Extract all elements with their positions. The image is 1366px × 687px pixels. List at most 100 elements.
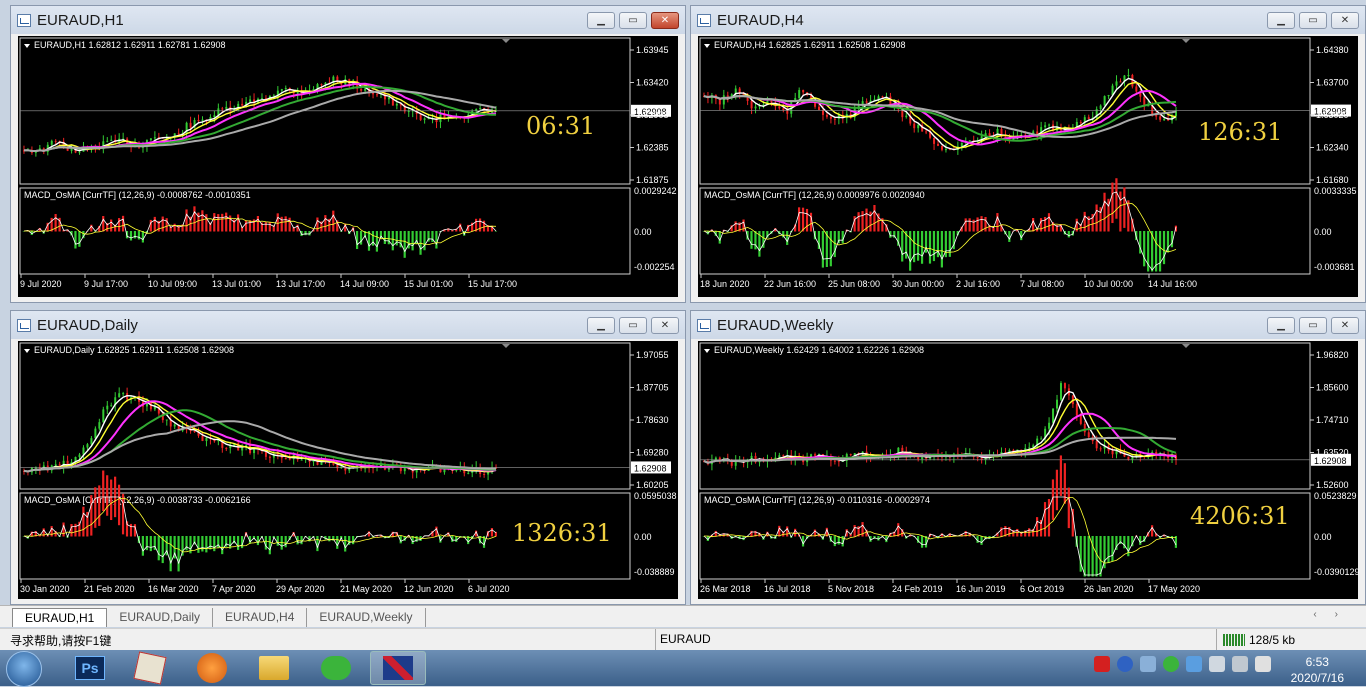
macd-tick-label: 0.0595038	[634, 491, 677, 501]
collapse-triangle-icon[interactable]	[24, 349, 30, 353]
window-titlebar[interactable]: EURAUD,H1 ▁ ▭ ✕	[11, 6, 685, 34]
tab-euraud-weekly[interactable]: EURAUD,Weekly	[307, 608, 426, 627]
clock-time: 6:53	[1305, 655, 1329, 669]
close-button[interactable]: ✕	[651, 317, 679, 334]
macd-histogram-bar	[1158, 231, 1162, 272]
minimize-button[interactable]: ▁	[587, 12, 615, 29]
maximize-button[interactable]: ▭	[619, 12, 647, 29]
chart-svg[interactable]: 1.629084206:31EURAUD,Weekly 1.62429 1.64…	[698, 341, 1360, 601]
maximize-button[interactable]: ▭	[1299, 317, 1327, 334]
candle-body	[1059, 383, 1062, 400]
tab-euraud-h1[interactable]: EURAUD,H1	[12, 608, 108, 627]
shield-icon[interactable]	[1186, 656, 1202, 672]
candle-body	[853, 453, 856, 456]
candle-body	[1119, 81, 1122, 83]
volume-muted-icon[interactable]	[1255, 656, 1271, 672]
date-tick-label: 6 Jul 2020	[468, 584, 510, 594]
macd-histogram-bar	[106, 475, 109, 516]
date-tick-label: 10 Jul 09:00	[148, 279, 197, 289]
taskbar-metatrader[interactable]	[370, 651, 426, 685]
collapse-triangle-icon[interactable]	[24, 44, 30, 48]
candle-body	[1127, 74, 1130, 76]
taskbar-app-3[interactable]	[184, 651, 240, 685]
tab-euraud-daily[interactable]: EURAUD,Daily	[107, 608, 214, 627]
network-icon[interactable]	[1209, 656, 1225, 672]
taskbar-clock[interactable]: 6:53 2020/7/16	[1291, 654, 1344, 686]
macd-histogram-bar	[149, 536, 152, 552]
candle-body	[205, 437, 208, 442]
wechat-tray-icon[interactable]	[1163, 656, 1179, 672]
macd-histogram-bar	[256, 536, 260, 546]
collapse-triangle-icon[interactable]	[704, 349, 710, 353]
window-titlebar[interactable]: EURAUD,Daily ▁ ▭ ✕	[11, 311, 685, 339]
chart-svg[interactable]: 1.62908 1326:31 EURAUD,Daily 1.62825 1.629…	[18, 341, 680, 601]
sogou-icon[interactable]	[1094, 656, 1110, 672]
close-button[interactable]: ✕	[1331, 317, 1359, 334]
chart-window-weekly[interactable]: EURAUD,Weekly ▁ ▭ ✕ 1.62908 4206:31 EURAUD,W…	[690, 310, 1366, 605]
macd-histogram-bar	[1047, 213, 1051, 232]
macd-histogram-bar	[74, 523, 77, 537]
macd-histogram-bar	[980, 536, 983, 545]
taskbar-app-2[interactable]	[122, 651, 178, 685]
chart-area[interactable]: 1.62908 126:31 EURAUD,H4 1.62825 1.62911 1…	[698, 36, 1358, 297]
minimize-button[interactable]: ▁	[587, 317, 615, 334]
signal-icon[interactable]	[1232, 656, 1248, 672]
minimize-button[interactable]: ▁	[1267, 317, 1295, 334]
macd-histogram-bar	[98, 485, 101, 526]
macd-histogram-bar	[129, 231, 133, 241]
macd-histogram-bar	[403, 231, 406, 258]
macd-histogram-bar	[213, 213, 216, 232]
chart-area[interactable]: 1.62908 1326:31 EURAUD,Daily 1.62825 1.629…	[18, 341, 678, 599]
chart-area[interactable]: 1.62908 06:31 EURAUD,H1 1.62812 1.62911 1.…	[18, 36, 678, 297]
chart-window-h1[interactable]: EURAUD,H1 ▁ ▭ ✕ 1.62908 06:31 EURAUD,H1 1.62…	[10, 5, 686, 303]
candle-body	[944, 149, 947, 151]
price-tick-label: 1.87705	[636, 383, 669, 393]
window-titlebar[interactable]: EURAUD,H4 ▁ ▭ ✕	[691, 6, 1365, 34]
macd-histogram-bar	[367, 231, 371, 251]
date-tick-label: 7 Jul 08:00	[1020, 279, 1064, 289]
macd-histogram-bar	[1039, 218, 1043, 232]
chart-window-h4[interactable]: EURAUD,H4 ▁ ▭ ✕ 1.62908 126:31 EURAUD,H4 1.6…	[690, 5, 1366, 303]
candle-body	[320, 84, 323, 86]
macd-histogram-bar	[264, 536, 267, 550]
candle-body	[483, 474, 486, 476]
tab-scroll-arrows[interactable]: ‹›	[1313, 609, 1356, 620]
collapse-triangle-icon[interactable]	[704, 44, 710, 48]
chart-svg[interactable]: 1.62908 06:31 EURAUD,H1 1.62812 1.62911 1.…	[18, 36, 680, 299]
macd-histogram-bar	[928, 231, 932, 264]
candle-body	[980, 458, 983, 460]
macd-histogram-bar	[754, 231, 757, 250]
chart-svg[interactable]: 1.62908126:31EURAUD,H4 1.62825 1.62911 1…	[698, 36, 1360, 299]
taskbar-wechat[interactable]	[308, 651, 364, 685]
candle-body	[865, 101, 868, 103]
tab-euraud-h4[interactable]: EURAUD,H4	[213, 608, 308, 627]
close-button[interactable]: ✕	[651, 12, 679, 29]
close-button[interactable]: ✕	[1331, 12, 1359, 29]
date-tick-label: 7 Apr 2020	[212, 584, 256, 594]
taskbar-explorer[interactable]	[246, 651, 302, 685]
candle-body	[102, 409, 105, 423]
chart-window-daily[interactable]: EURAUD,Daily ▁ ▭ ✕ 1.62908 1326:31 EURAUD,Da…	[10, 310, 686, 605]
candle-body	[1048, 124, 1051, 126]
macd-histogram-bar	[415, 536, 418, 542]
price-tick-label: 1.63420	[636, 78, 669, 88]
keyboard-icon[interactable]	[1140, 656, 1156, 672]
taskbar-photoshop[interactable]: Ps	[62, 651, 118, 685]
price-tick-label: 1.63700	[1316, 78, 1349, 88]
macd-histogram-bar	[1032, 218, 1035, 232]
minimize-button[interactable]: ▁	[1267, 12, 1295, 29]
macd-histogram-bar	[336, 536, 339, 549]
maximize-button[interactable]: ▭	[619, 317, 647, 334]
candle-body	[1103, 96, 1106, 106]
window-titlebar[interactable]: EURAUD,Weekly ▁ ▭ ✕	[691, 311, 1365, 339]
help-icon[interactable]	[1117, 656, 1133, 672]
candle-body	[395, 103, 398, 106]
date-tick-label: 2 Jul 16:00	[956, 279, 1000, 289]
candle-body	[94, 428, 97, 439]
candle-body	[881, 96, 884, 98]
status-help-text: 寻求帮助,请按F1键	[10, 634, 112, 648]
candle-body	[778, 106, 781, 109]
chart-area[interactable]: 1.62908 4206:31 EURAUD,Weekly 1.62429 1.64…	[698, 341, 1360, 601]
maximize-button[interactable]: ▭	[1299, 12, 1327, 29]
start-button[interactable]	[6, 651, 42, 687]
